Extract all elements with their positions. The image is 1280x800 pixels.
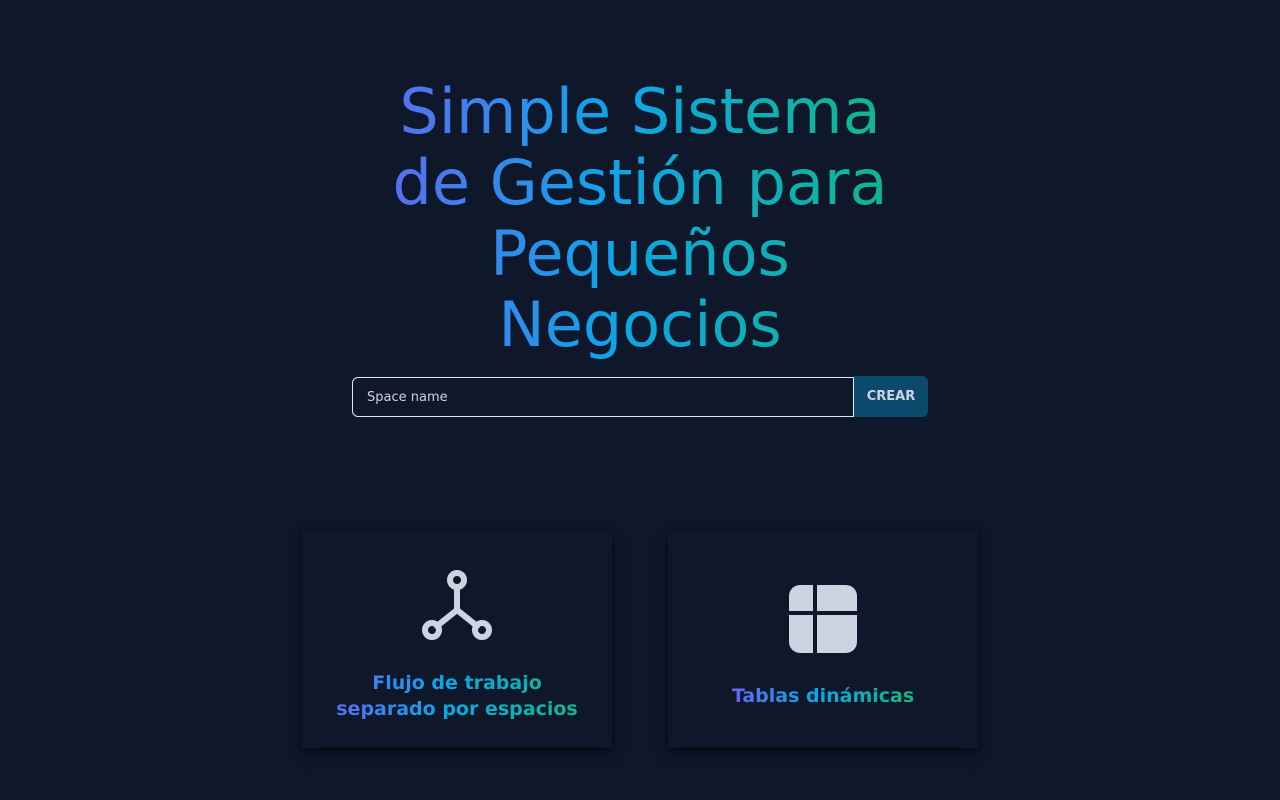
create-space-form: CREAR	[352, 376, 928, 417]
feature-label: Tablas dinámicas	[688, 683, 958, 709]
page-title: Simple Sistema de Gestión para Pequeños …	[360, 76, 920, 360]
feature-label-text: Tablas dinámicas	[731, 685, 915, 707]
feature-card-workflow: Flujo de trabajo separado por espacios	[302, 530, 612, 748]
landing-page: Simple Sistema de Gestión para Pequeños …	[0, 0, 1280, 800]
space-name-input[interactable]	[352, 377, 854, 417]
table-layout-icon	[789, 585, 857, 653]
workflow-icon	[422, 570, 492, 640]
feature-label-text: Flujo de trabajo separado por espacios	[322, 670, 592, 722]
feature-card-tables: Tablas dinámicas	[668, 530, 978, 748]
create-button[interactable]: CREAR	[854, 376, 928, 417]
feature-label: Flujo de trabajo separado por espacios	[322, 670, 592, 722]
